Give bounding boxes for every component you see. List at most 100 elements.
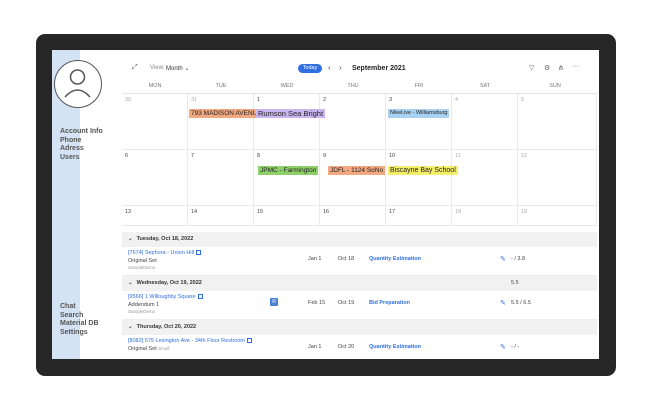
day-cell[interactable]: 31: [188, 94, 254, 150]
pencil-icon[interactable]: ✎: [500, 343, 506, 351]
pencil-icon[interactable]: ✎: [500, 299, 506, 307]
day-cell[interactable]: 15: [254, 206, 320, 226]
chevron-down-icon: ⌄: [184, 66, 190, 72]
day-cell[interactable]: 10: [386, 150, 452, 206]
day-cell[interactable]: 16: [320, 206, 386, 226]
day-cell[interactable]: 1: [254, 94, 320, 150]
day-cell[interactable]: 14: [188, 206, 254, 226]
item-start-date: Feb 15: [308, 300, 326, 306]
list-item[interactable]: [9566] 1 Willoughby Square Addendum 1 Sa…: [122, 291, 597, 320]
month-title: September 2021: [352, 65, 406, 72]
group-header[interactable]: ⌄ Tuesday, Oct 18, 2022: [122, 232, 597, 247]
day-cell[interactable]: 30: [122, 94, 188, 150]
group-title: Thursday, Oct 20, 2022: [136, 324, 197, 330]
group-header[interactable]: ⌄ Thursday, Oct 20, 2022: [122, 320, 597, 335]
item-score: - / -: [511, 344, 520, 350]
external-link-icon[interactable]: [247, 338, 252, 344]
prev-month-icon[interactable]: ‹: [328, 63, 331, 72]
weekday-label: THU: [347, 83, 359, 89]
next-month-icon[interactable]: ›: [339, 63, 342, 72]
day-number: 3: [389, 97, 393, 103]
day-number: 19: [521, 209, 528, 215]
day-number: 12: [521, 153, 528, 159]
item-title-text: [8082] 575 Lexington Ave - 34th Floor Re…: [128, 338, 245, 344]
item-title[interactable]: [8082] 575 Lexington Ave - 34th Floor Re…: [128, 338, 252, 344]
pencil-icon[interactable]: ✎: [500, 255, 506, 263]
day-cell[interactable]: 5: [518, 94, 597, 150]
item-task[interactable]: Quantity Estimation: [369, 256, 421, 262]
calendar-event[interactable]: 793 MADISON AVENUE: [189, 109, 264, 118]
day-number: 14: [191, 209, 198, 215]
sidebar-item-adress[interactable]: Adress: [60, 145, 103, 154]
sidebar-item-account-info[interactable]: Account Info: [60, 128, 103, 137]
calendar-event[interactable]: Rumson Sea Bright: [256, 109, 326, 118]
list-item[interactable]: [7674] Sephora - Union Hill Original Set…: [122, 247, 597, 276]
sidebar-menu-top: Account Info Phone Adress Users: [60, 128, 103, 162]
day-cell[interactable]: 3: [386, 94, 452, 150]
weekday-label: SAT: [479, 83, 491, 89]
group-header[interactable]: ⌄ Wednesday, Oct 19, 2022 5.5: [122, 276, 597, 291]
weekday-label: MON: [148, 83, 162, 89]
day-number: 9: [323, 153, 327, 159]
day-number: 8: [257, 153, 261, 159]
filter-icon[interactable]: ▽: [529, 64, 534, 72]
day-cell[interactable]: 17: [386, 206, 452, 226]
more-options-icon[interactable]: ···: [572, 63, 579, 70]
revision-badge: R: [270, 298, 278, 306]
external-link-icon[interactable]: [197, 294, 203, 300]
calendar-event[interactable]: JDFL - 1124 SoNo: [328, 166, 386, 175]
day-number: 15: [257, 209, 264, 215]
item-title-text: [9566] 1 Willoughby Square: [128, 294, 196, 300]
sidebar-menu-bottom: Chat Search Material DB Settings: [60, 303, 99, 337]
today-button[interactable]: Today: [298, 64, 322, 73]
sidebar-item-search[interactable]: Search: [60, 312, 99, 321]
calendar-event[interactable]: NikeLive - Williamsburg: [388, 109, 450, 118]
day-number: 4: [455, 97, 459, 103]
item-subtitle: Addendum 1: [128, 302, 160, 308]
day-number: 2: [323, 97, 327, 103]
day-cell[interactable]: 4: [452, 94, 518, 150]
external-link-icon[interactable]: [196, 250, 202, 256]
item-due-date: Oct 19: [338, 300, 355, 306]
sidebar-item-chat[interactable]: Chat: [60, 303, 99, 312]
gear-icon[interactable]: ⚙: [544, 64, 550, 72]
chevron-down-icon: ⌄: [128, 236, 133, 242]
schedule-list: ⌄ Tuesday, Oct 18, 2022 [7674] Sephora - …: [122, 232, 597, 359]
list-item[interactable]: [8082] 575 Lexington Ave - 34th Floor Re…: [122, 335, 597, 359]
day-cell[interactable]: 9: [320, 150, 386, 206]
item-user: SampleDemo: [128, 309, 156, 314]
day-cell[interactable]: 2: [320, 94, 386, 150]
item-task[interactable]: Bid Preparation: [369, 300, 410, 306]
view-select-value: Month: [166, 66, 183, 72]
item-title-text: [7674] Sephora - Union Hill: [128, 250, 195, 256]
expand-icon[interactable]: ⤢: [132, 64, 138, 72]
sidebar-item-users[interactable]: Users: [60, 154, 103, 163]
share-icon[interactable]: ⋔: [558, 64, 564, 72]
day-cell[interactable]: 11: [452, 150, 518, 206]
day-number: 11: [455, 153, 461, 159]
day-cell[interactable]: 18: [452, 206, 518, 226]
item-size-tag: Small: [158, 346, 170, 351]
weekday-label: FRI: [414, 83, 424, 89]
day-cell[interactable]: 6: [122, 150, 188, 206]
user-avatar-icon[interactable]: [54, 60, 102, 108]
day-cell[interactable]: 19: [518, 206, 597, 226]
day-number: 30: [125, 97, 132, 103]
item-title[interactable]: [9566] 1 Willoughby Square: [128, 294, 203, 300]
day-cell[interactable]: 7: [188, 150, 254, 206]
calendar-event[interactable]: Biscayne Bay School: [388, 166, 458, 175]
item-title[interactable]: [7674] Sephora - Union Hill: [128, 250, 202, 256]
day-cell[interactable]: 13: [122, 206, 188, 226]
weekday-header: MON TUE WED THU FRI SAT SUN: [122, 80, 597, 94]
day-cell[interactable]: 12: [518, 150, 597, 206]
view-select[interactable]: Month ⌄: [166, 65, 189, 72]
item-task[interactable]: Quantity Estimation: [369, 344, 421, 350]
sidebar-item-material-db[interactable]: Material DB: [60, 320, 99, 329]
sidebar-item-phone[interactable]: Phone: [60, 137, 103, 146]
calendar-event[interactable]: JPMC - Farmington: [258, 166, 319, 175]
item-subtitle: Original Set: [128, 258, 157, 264]
day-cell[interactable]: 8: [254, 150, 320, 206]
sidebar-item-settings[interactable]: Settings: [60, 329, 99, 338]
app-screen: Account Info Phone Adress Users Chat Sea…: [52, 50, 599, 359]
day-number: 6: [125, 153, 129, 159]
